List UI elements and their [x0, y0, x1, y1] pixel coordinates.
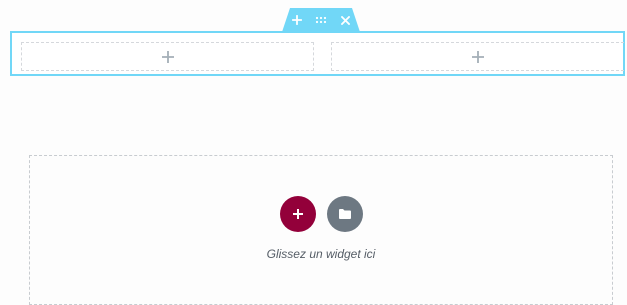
plus-icon	[293, 209, 303, 219]
plus-icon	[472, 50, 484, 63]
add-new-section-button[interactable]	[280, 196, 316, 232]
section	[10, 31, 625, 76]
delete-section-button[interactable]	[337, 12, 353, 28]
section-handle	[282, 8, 360, 32]
column-add-widget-right[interactable]	[331, 42, 624, 71]
plus-icon	[292, 15, 302, 25]
grip-icon	[315, 16, 327, 24]
add-section-button[interactable]	[289, 12, 305, 28]
plus-icon	[161, 50, 174, 63]
column-add-widget-left[interactable]	[21, 42, 314, 71]
move-section-button[interactable]	[313, 12, 329, 28]
close-icon	[340, 15, 350, 25]
folder-icon	[339, 209, 351, 219]
add-template-button[interactable]	[327, 196, 363, 232]
drop-hint-text: Glissez un widget ici	[266, 247, 376, 261]
widget-drop-area[interactable]: Glissez un widget ici	[29, 155, 613, 305]
